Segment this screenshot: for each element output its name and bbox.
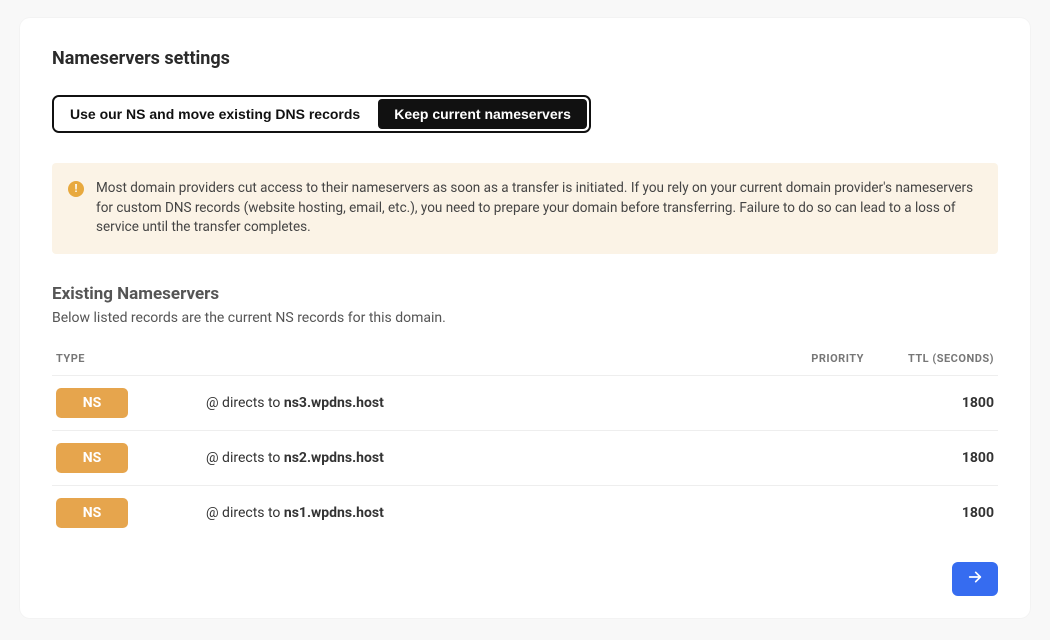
page-title: Nameservers settings — [52, 48, 998, 69]
row-ttl: 1800 — [864, 450, 994, 466]
type-badge: NS — [56, 498, 128, 528]
row-host: ns1.wpdns.host — [284, 505, 384, 521]
table-row: NS @ directs to ns3.wpdns.host 1800 — [52, 375, 998, 430]
column-target — [176, 352, 754, 365]
row-host: ns3.wpdns.host — [284, 395, 384, 411]
row-ttl: 1800 — [864, 395, 994, 411]
warning-notice: Most domain providers cut access to thei… — [52, 163, 998, 254]
row-target: @ directs to ns1.wpdns.host — [176, 505, 754, 521]
next-button[interactable] — [952, 562, 998, 596]
type-badge: NS — [56, 388, 128, 418]
row-ttl: 1800 — [864, 505, 994, 521]
column-type: TYPE — [56, 352, 176, 365]
row-target: @ directs to ns2.wpdns.host — [176, 450, 754, 466]
existing-ns-title: Existing Nameservers — [52, 284, 998, 304]
warning-icon — [68, 181, 84, 197]
arrow-right-icon — [965, 569, 985, 588]
footer-actions — [52, 562, 998, 596]
row-target: @ directs to ns3.wpdns.host — [176, 395, 754, 411]
table-row: NS @ directs to ns2.wpdns.host 1800 — [52, 430, 998, 485]
tab-use-our-ns[interactable]: Use our NS and move existing DNS records — [54, 97, 376, 131]
column-ttl: TTL (SECONDS) — [864, 352, 994, 365]
column-priority: PRIORITY — [754, 352, 864, 365]
existing-ns-subtitle: Below listed records are the current NS … — [52, 310, 998, 326]
table-row: NS @ directs to ns1.wpdns.host 1800 — [52, 485, 998, 540]
type-badge: NS — [56, 443, 128, 473]
settings-card: Nameservers settings Use our NS and move… — [20, 18, 1030, 618]
ns-table-header: TYPE PRIORITY TTL (SECONDS) — [52, 352, 998, 375]
tab-keep-current-ns[interactable]: Keep current nameservers — [378, 99, 587, 129]
warning-text: Most domain providers cut access to thei… — [96, 179, 980, 238]
row-host: ns2.wpdns.host — [284, 450, 384, 466]
nameserver-mode-toggle: Use our NS and move existing DNS records… — [52, 95, 591, 133]
